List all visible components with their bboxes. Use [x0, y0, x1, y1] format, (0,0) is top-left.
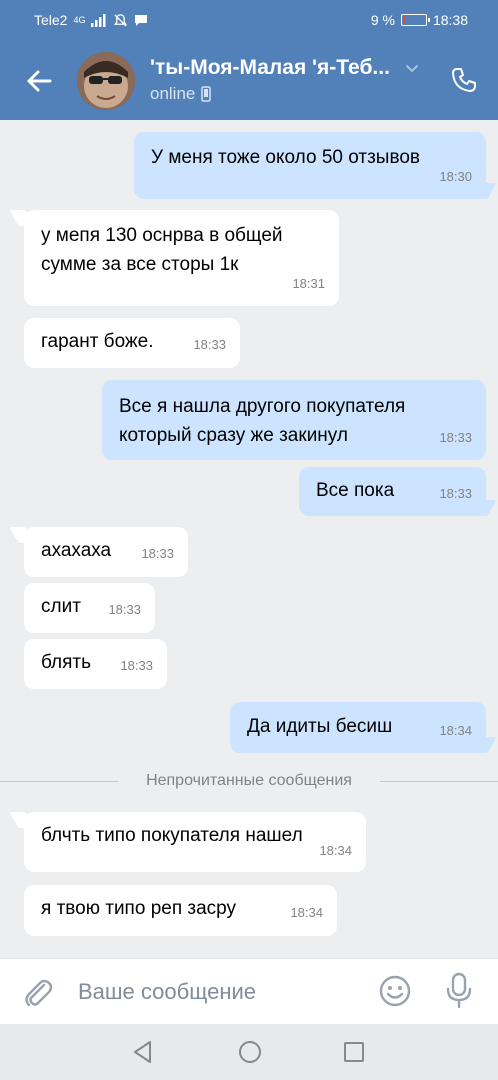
- message-incoming[interactable]: у мепя 130 оснрва в общей сумме за все с…: [24, 210, 339, 306]
- message-outgoing[interactable]: Все я нашла другого покупателя который с…: [102, 380, 486, 460]
- message-text: Все пока: [316, 480, 395, 501]
- message-text: гарант боже.: [41, 331, 154, 352]
- status-bar: Tele2 4G 9 % 18:38: [0, 0, 498, 42]
- message-time: 18:31: [292, 276, 325, 291]
- clock: 18:38: [432, 12, 468, 28]
- system-nav-bar: [0, 1024, 498, 1080]
- message-incoming[interactable]: блчть типо покупателя нашел 18:34: [24, 812, 366, 872]
- phone-icon[interactable]: [450, 66, 478, 94]
- message-time: 18:33: [439, 486, 472, 501]
- message-time: 18:30: [439, 169, 472, 184]
- chat-header: 'ты-Моя-Малая 'я-Теб... online: [0, 42, 498, 120]
- battery-icon: [400, 14, 430, 26]
- chat-title[interactable]: 'ты-Моя-Малая 'я-Теб...: [150, 56, 400, 80]
- message-time: 18:33: [439, 430, 472, 445]
- message-text: слит: [41, 596, 81, 617]
- message-time: 18:34: [290, 905, 323, 920]
- message-outgoing[interactable]: Да идиты бесиш 18:34: [230, 702, 486, 753]
- online-label: online: [150, 84, 196, 103]
- message-text: ахахаха: [41, 540, 112, 561]
- message-time: 18:33: [120, 658, 153, 673]
- network-label: 4G: [73, 15, 86, 25]
- message-text: У меня тоже около 50 отзывов: [151, 147, 420, 168]
- message-input[interactable]: [78, 973, 358, 1011]
- message-time: 18:33: [193, 337, 226, 352]
- battery-level-fill: [402, 16, 405, 24]
- message-composer: [0, 958, 498, 1024]
- arrow-left-icon[interactable]: [24, 66, 54, 96]
- nav-home-icon[interactable]: [237, 1039, 263, 1065]
- message-text: блять: [41, 652, 92, 673]
- message-text: я твою типо реп засру: [41, 898, 237, 919]
- nav-recent-apps-icon[interactable]: [342, 1040, 366, 1064]
- smile-icon[interactable]: [378, 974, 412, 1008]
- message-text: блчть типо покупателя нашел: [41, 825, 303, 846]
- online-status: online: [150, 84, 212, 104]
- message-notification-icon: [135, 14, 148, 26]
- unread-divider-label-wrap: Непрочитанные сообщения: [0, 772, 498, 790]
- chevron-down-icon[interactable]: [404, 60, 420, 76]
- avatar[interactable]: [77, 52, 135, 110]
- message-outgoing[interactable]: У меня тоже около 50 отзывов 18:30: [134, 132, 486, 199]
- status-left: Tele2 4G: [34, 12, 148, 28]
- signal-icon: [91, 13, 106, 27]
- paperclip-icon[interactable]: [22, 975, 54, 1009]
- message-incoming[interactable]: слит 18:33: [24, 583, 155, 633]
- message-incoming[interactable]: я твою типо реп засру 18:34: [24, 885, 337, 936]
- message-outgoing[interactable]: Все пока 18:33: [299, 467, 486, 516]
- message-incoming[interactable]: ахахаха 18:33: [24, 527, 188, 577]
- nav-back-icon[interactable]: [130, 1039, 156, 1065]
- message-text: у мепя 130 оснрва в общей сумме за все с…: [41, 225, 283, 275]
- message-incoming[interactable]: гарант боже. 18:33: [24, 318, 240, 368]
- unread-divider-label: Непрочитанные сообщения: [136, 772, 362, 789]
- mute-icon: [114, 13, 128, 27]
- battery-percent: 9 %: [370, 12, 395, 28]
- message-time: 18:34: [319, 843, 352, 858]
- message-time: 18:33: [108, 602, 141, 617]
- carrier-label: Tele2: [34, 12, 68, 28]
- message-list[interactable]: У меня тоже около 50 отзывов 18:30 у меп…: [0, 120, 498, 958]
- mobile-device-icon: [201, 86, 212, 102]
- microphone-icon[interactable]: [444, 972, 474, 1010]
- message-time: 18:34: [439, 723, 472, 738]
- status-right: 9 % 18:38: [371, 12, 468, 28]
- message-text: Да идиты бесиш: [247, 716, 393, 737]
- message-time: 18:33: [141, 546, 174, 561]
- message-incoming[interactable]: блять 18:33: [24, 639, 167, 689]
- unread-divider: Непрочитанные сообщения: [0, 770, 498, 794]
- message-text: Все я нашла другого покупателя который с…: [119, 396, 406, 446]
